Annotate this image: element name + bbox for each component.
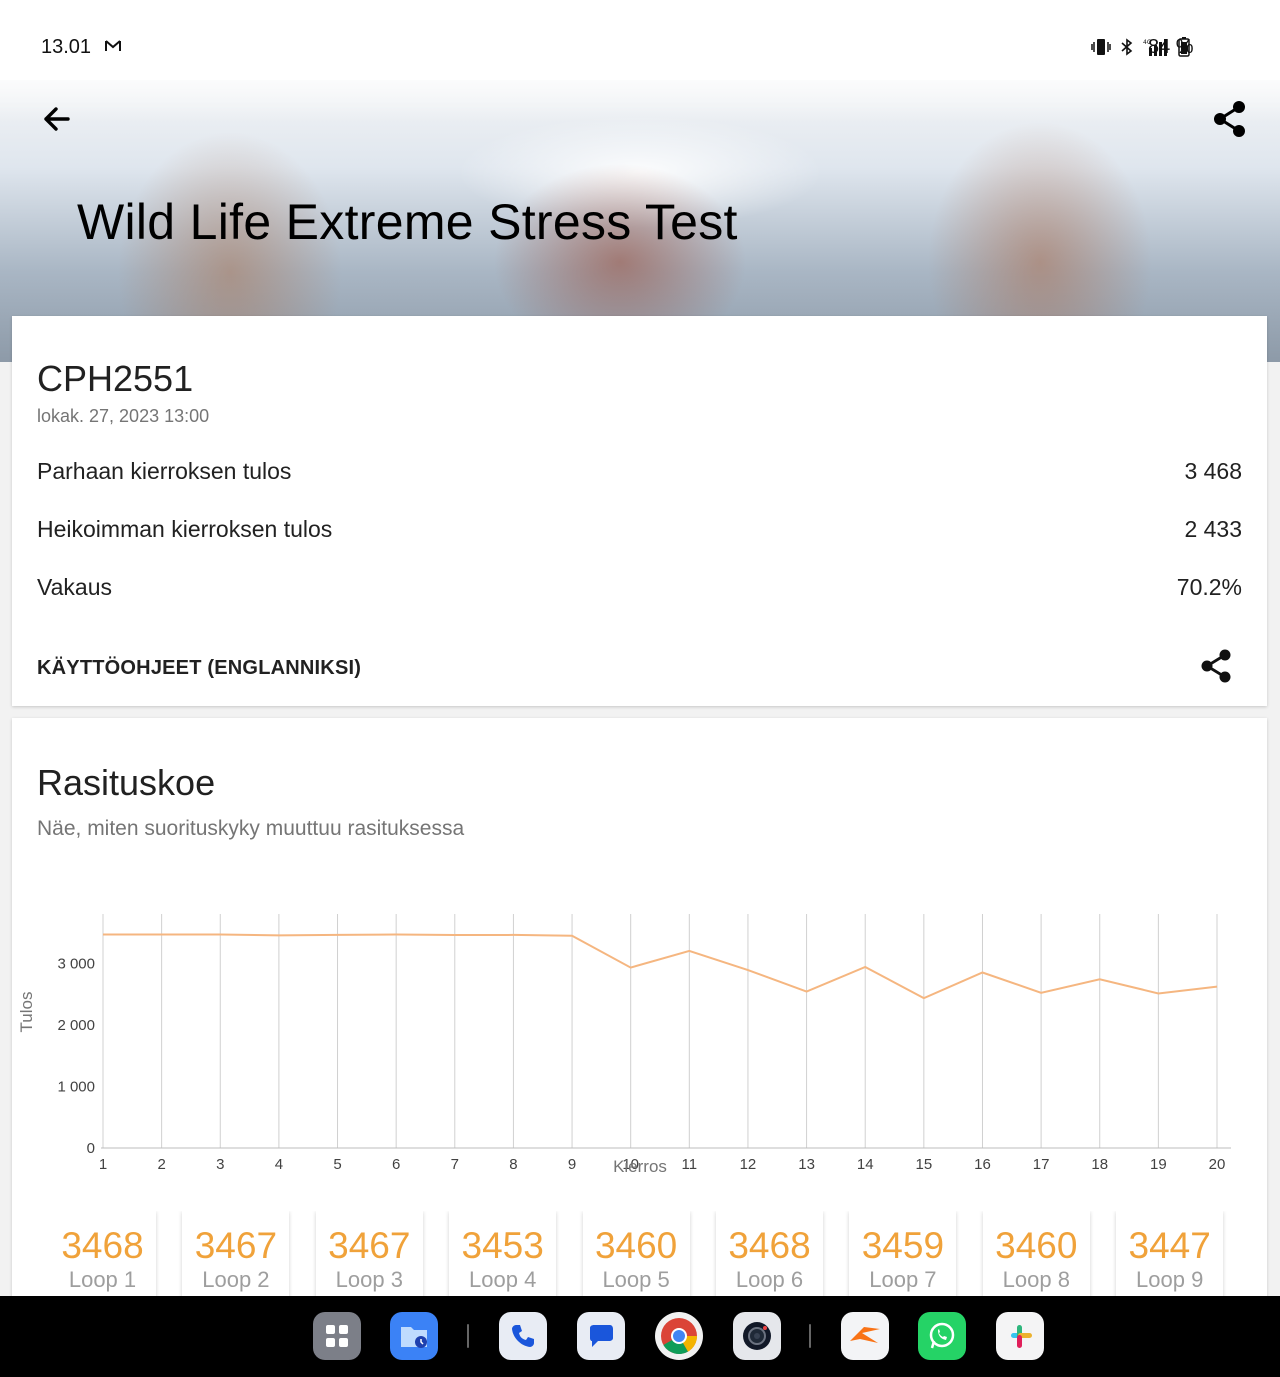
navigation-dock [0,1296,1280,1377]
loop-label: Loop 2 [202,1267,270,1292]
x-tick-label: 18 [1091,1156,1108,1173]
x-tick-label: 19 [1150,1156,1167,1173]
share-icon[interactable] [1212,100,1248,138]
x-tick-label: 17 [1033,1156,1050,1173]
loop-score: 3453 [461,1225,544,1266]
x-tick-label: 1 [99,1156,107,1173]
row-label: Vakaus [37,574,113,600]
page-title: Wild Life Extreme Stress Test [77,194,738,250]
battery-percent: 84 % [1148,36,1194,58]
y-tick-label: 3 000 [57,955,95,972]
loop-score: 3468 [728,1225,811,1266]
x-tick-label: 12 [740,1156,757,1173]
manual-link[interactable]: KÄYTTÖOHJEET (ENGLANNIKSI) [37,657,361,680]
loop-label: Loop 9 [1136,1267,1204,1292]
x-tick-label: 8 [509,1156,517,1173]
y-tick-label: 1 000 [57,1078,95,1095]
row-value: 70.2% [1176,574,1242,600]
x-tick-label: 14 [857,1156,874,1173]
loop-score: 3459 [861,1225,945,1266]
loop-score: 3460 [594,1225,678,1266]
x-tick-label: 6 [392,1156,400,1173]
row-value: 3 468 [1184,458,1242,484]
x-tick-label: 3 [216,1156,224,1173]
chrome-icon[interactable] [655,1312,703,1360]
camera-icon[interactable] [733,1312,781,1360]
stress-test-card: Rasituskoe Näe, miten suorituskyky muutt… [12,718,1267,1318]
loop-label: Loop 3 [335,1267,403,1292]
phone-icon[interactable] [499,1312,547,1360]
gmail-icon [105,40,121,51]
bluetooth-icon [1121,38,1133,56]
x-tick-label: 9 [568,1156,576,1173]
x-tick-label: 20 [1209,1156,1226,1173]
x-tick-label: 16 [974,1156,991,1173]
arrow-back-icon[interactable] [38,100,76,138]
slack-icon[interactable] [996,1312,1044,1360]
whatsapp-icon[interactable] [918,1312,966,1360]
row-label: Heikoimman kierroksen tulos [37,516,333,542]
x-tick-label: 2 [157,1156,165,1173]
loop-label: Loop 4 [469,1267,537,1292]
row-value: 2 433 [1184,516,1242,542]
messages-icon[interactable] [577,1312,625,1360]
loop-label: Loop 5 [602,1267,670,1292]
loop-label: Loop 8 [1002,1267,1070,1292]
loop-score: 3447 [1128,1225,1211,1266]
series-line [102,933,1218,1000]
stability-row: Vakaus 70.2% [37,574,1242,601]
swiftkey-icon[interactable] [841,1312,889,1360]
files-icon[interactable] [390,1312,438,1360]
loop-score: 3468 [61,1225,144,1266]
result-date: lokak. 27, 2023 13:00 [37,406,210,426]
app-drawer-icon[interactable] [313,1312,361,1360]
best-loop-row: Parhaan kierroksen tulos 3 468 [37,458,1242,485]
section-title: Rasituskoe [37,762,216,803]
x-tick-label: 13 [798,1156,815,1173]
worst-loop-row: Heikoimman kierroksen tulos 2 433 [37,516,1242,543]
share-icon[interactable] [1199,648,1235,684]
status-time: 13.01 [41,36,92,58]
result-card: CPH2551 lokak. 27, 2023 13:00 Parhaan ki… [12,316,1267,706]
x-tick-label: 15 [915,1156,932,1173]
status-bar: 13.01 4G 84 % [0,0,1280,80]
x-axis-label: Kierros [613,1157,667,1176]
x-tick-label: 4 [275,1156,283,1173]
y-axis-label: Tulos [17,992,36,1033]
x-tick-label: 11 [682,1156,698,1173]
loop-score: 3467 [194,1225,278,1266]
x-tick-label: 7 [451,1156,459,1173]
vibrate-icon [1091,39,1111,55]
device-name: CPH2551 [37,358,194,399]
loop-label: Loop 7 [869,1267,937,1292]
section-subtitle: Näe, miten suorituskyky muuttuu rasituks… [37,817,465,840]
loop-score: 3460 [995,1225,1078,1266]
loop-label: Loop 1 [68,1267,137,1292]
loop-label: Loop 6 [735,1267,804,1292]
y-tick-label: 2 000 [57,1017,95,1034]
x-tick-label: 5 [333,1156,341,1173]
stress-line-chart: 01 0002 0003 000 1 2 3 4 5 6 7 8 9 10 11 12 13 14 15 16… [17,914,1231,1176]
row-label: Parhaan kierroksen tulos [37,458,292,484]
loop-score: 3467 [328,1225,411,1266]
y-tick-label: 0 [87,1140,95,1157]
